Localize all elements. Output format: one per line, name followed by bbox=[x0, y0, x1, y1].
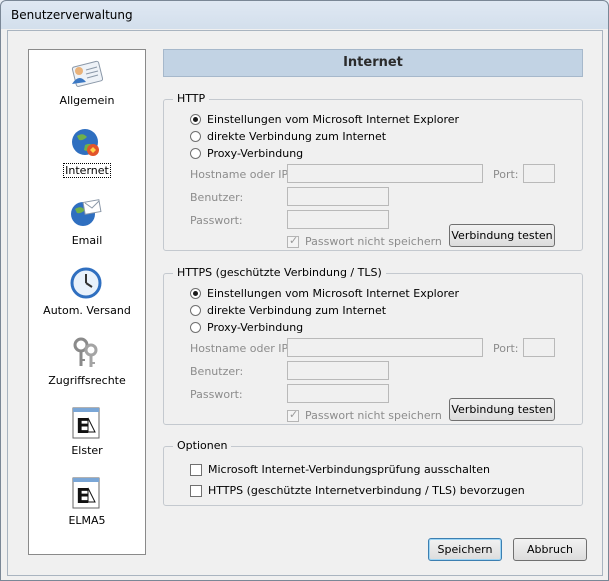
http-host-label: Hostname oder IP: bbox=[190, 168, 292, 181]
http-no-save-checkbox[interactable]: Passwort nicht speichern bbox=[287, 234, 442, 249]
elster-doc-icon: E bbox=[72, 407, 100, 439]
http-group-legend: HTTP bbox=[173, 92, 210, 105]
radio-label: direkte Verbindung zum Internet bbox=[207, 304, 387, 317]
http-radio-proxy[interactable]: Proxy-Verbindung bbox=[190, 146, 303, 161]
https-group-legend: HTTPS (geschützte Verbindung / TLS) bbox=[173, 266, 386, 279]
checkbox-label: Passwort nicht speichern bbox=[305, 409, 442, 422]
radio-button[interactable] bbox=[190, 305, 201, 316]
checkbox-label: HTTPS (geschützte Internetverbindung / T… bbox=[208, 484, 525, 497]
http-test-connection-button[interactable]: Verbindung testen bbox=[449, 224, 555, 247]
sidebar-item-label: Email bbox=[71, 234, 103, 247]
checkbox[interactable] bbox=[287, 234, 299, 248]
sidebar-item-label: Internet bbox=[63, 163, 111, 178]
prefer-https-option[interactable]: HTTPS (geschützte Internetverbindung / T… bbox=[190, 483, 525, 498]
https-host-input[interactable] bbox=[287, 338, 483, 357]
radio-label: Proxy-Verbindung bbox=[207, 321, 304, 334]
checkbox[interactable] bbox=[190, 463, 202, 476]
https-pass-label: Passwort: bbox=[190, 388, 243, 401]
radio-label: direkte Verbindung zum Internet bbox=[207, 130, 387, 143]
https-port-input[interactable] bbox=[523, 338, 555, 357]
sidebar-item-autom-versand[interactable]: Autom. Versand bbox=[29, 264, 145, 330]
cancel-button[interactable]: Abbruch bbox=[513, 538, 587, 561]
sidebar-item-zugriffsrechte[interactable]: Zugriffsrechte bbox=[29, 334, 145, 400]
sidebar-item-allgemein[interactable]: Allgemein bbox=[29, 54, 145, 120]
radio-button[interactable] bbox=[190, 114, 201, 125]
checkbox-label: Passwort nicht speichern bbox=[305, 235, 442, 248]
options-group-legend: Optionen bbox=[173, 439, 232, 452]
sidebar-item-label: Zugriffsrechte bbox=[48, 374, 126, 387]
https-group: HTTPS (geschützte Verbindung / TLS) Eins… bbox=[163, 266, 583, 425]
https-user-input[interactable] bbox=[287, 361, 389, 380]
http-radio-direct[interactable]: direkte Verbindung zum Internet bbox=[190, 129, 386, 144]
radio-label: Proxy-Verbindung bbox=[207, 147, 304, 160]
elma-doc-icon: E bbox=[72, 477, 100, 509]
http-user-label: Benutzer: bbox=[190, 191, 244, 204]
https-port-label: Port: bbox=[493, 342, 519, 355]
http-group: HTTP Einstellungen vom Microsoft Interne… bbox=[163, 92, 583, 251]
http-pass-label: Passwort: bbox=[190, 214, 243, 227]
https-user-label: Benutzer: bbox=[190, 365, 244, 378]
sidebar-item-label: Elster bbox=[71, 444, 103, 457]
page-title: Internet bbox=[163, 49, 583, 77]
globe-mail-icon bbox=[71, 199, 102, 226]
checkbox[interactable] bbox=[190, 484, 202, 497]
radio-button[interactable] bbox=[190, 288, 201, 299]
sidebar-item-label: Autom. Versand bbox=[43, 304, 131, 317]
http-radio-ie[interactable]: Einstellungen vom Microsoft Internet Exp… bbox=[190, 112, 459, 127]
radio-label: Einstellungen vom Microsoft Internet Exp… bbox=[207, 113, 460, 126]
radio-button[interactable] bbox=[190, 131, 201, 142]
sidebar-item-label: Allgemein bbox=[59, 94, 115, 107]
http-host-input[interactable] bbox=[287, 164, 483, 183]
http-port-input[interactable] bbox=[523, 164, 555, 183]
checkbox[interactable] bbox=[287, 408, 299, 422]
options-group: Optionen Microsoft Internet-Verbindungsp… bbox=[163, 439, 583, 506]
https-radio-direct[interactable]: direkte Verbindung zum Internet bbox=[190, 303, 386, 318]
dialog-window: Benutzerverwaltung Allgemein Internet Em… bbox=[0, 0, 609, 581]
http-user-input[interactable] bbox=[287, 187, 389, 206]
dialog-client: Allgemein Internet Email Autom. Versand … bbox=[7, 30, 603, 576]
keys-icon bbox=[73, 337, 98, 367]
sidebar-item-elster[interactable]: E Elster bbox=[29, 404, 145, 470]
radio-button[interactable] bbox=[190, 148, 201, 159]
checkbox-label: Microsoft Internet-Verbindungsprüfung au… bbox=[208, 463, 490, 476]
https-no-save-checkbox[interactable]: Passwort nicht speichern bbox=[287, 408, 442, 423]
radio-label: Einstellungen vom Microsoft Internet Exp… bbox=[207, 287, 460, 300]
https-radio-proxy[interactable]: Proxy-Verbindung bbox=[190, 320, 303, 335]
sidebar-item-elma5[interactable]: E ELMA5 bbox=[29, 474, 145, 540]
category-sidebar: Allgemein Internet Email Autom. Versand … bbox=[28, 49, 146, 555]
http-pass-input[interactable] bbox=[287, 210, 389, 229]
sidebar-item-internet[interactable]: Internet bbox=[29, 124, 145, 190]
save-button[interactable]: Speichern bbox=[428, 538, 502, 561]
window-title: Benutzerverwaltung bbox=[11, 8, 133, 22]
disable-connection-check-option[interactable]: Microsoft Internet-Verbindungsprüfung au… bbox=[190, 462, 490, 477]
sidebar-item-email[interactable]: Email bbox=[29, 194, 145, 260]
https-host-label: Hostname oder IP: bbox=[190, 342, 292, 355]
user-card-icon bbox=[71, 60, 103, 87]
http-port-label: Port: bbox=[493, 168, 519, 181]
https-pass-input[interactable] bbox=[287, 384, 389, 403]
https-radio-ie[interactable]: Einstellungen vom Microsoft Internet Exp… bbox=[190, 286, 459, 301]
radio-button[interactable] bbox=[190, 322, 201, 333]
clock-icon bbox=[70, 267, 102, 299]
https-test-connection-button[interactable]: Verbindung testen bbox=[449, 398, 555, 421]
globe-icon bbox=[72, 129, 99, 156]
sidebar-item-label: ELMA5 bbox=[68, 514, 106, 527]
